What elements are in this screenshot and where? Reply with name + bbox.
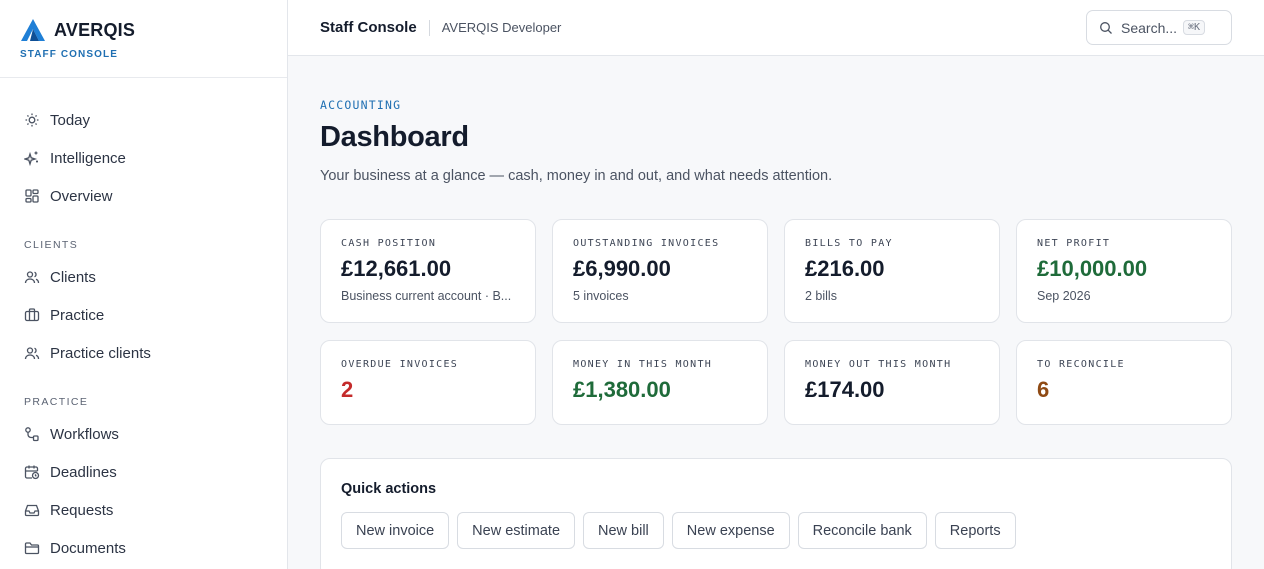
folder-icon (24, 540, 40, 556)
sidebar-item-workflows[interactable]: Workflows (0, 415, 287, 453)
kpi-card-cash-position[interactable]: CASH POSITION £12,661.00 Business curren… (320, 219, 536, 323)
calendar-clock-icon (24, 464, 40, 480)
page-subtitle: Your business at a glance — cash, money … (320, 168, 833, 184)
kpi-subtext: 2 bills (805, 289, 837, 303)
topbar-user: AVERQIS Developer (441, 20, 562, 35)
brand-name: AVERQIS (54, 19, 136, 40)
search-placeholder: Search... (1121, 19, 1178, 36)
kpi-value: £1,380.00 (573, 377, 671, 402)
kpi-card-net-profit[interactable]: NET PROFIT £10,000.00 Sep 2026 (1016, 219, 1232, 323)
sidebar-item-requests[interactable]: Requests (0, 491, 287, 529)
sidebar-item-label: Clients (50, 268, 96, 286)
brand: AVERQIS STAFF CONSOLE (0, 0, 287, 78)
quick-actions-list: New invoice New estimate New bill New ex… (341, 512, 1211, 549)
new-bill-button[interactable]: New bill (583, 512, 664, 549)
reconcile-bank-button[interactable]: Reconcile bank (797, 512, 927, 549)
sidebar-item-practice-clients[interactable]: Practice clients (0, 334, 287, 372)
kpi-value: £216.00 (805, 256, 885, 281)
kpi-subtext: Business current account · B... (341, 289, 512, 303)
page-title: Dashboard (320, 121, 469, 153)
sidebar-item-label: Practice clients (50, 344, 151, 362)
kpi-label: NET PROFIT (1037, 238, 1111, 249)
sun-icon (24, 112, 40, 128)
brand-subtitle: STAFF CONSOLE (20, 49, 119, 60)
kpi-value: 2 (341, 377, 354, 402)
main-content: ACCOUNTING Dashboard Your business at a … (320, 56, 1232, 569)
kpi-value: £6,990.00 (573, 256, 671, 281)
kpi-card-overdue-invoices[interactable]: OVERDUE INVOICES 2 (320, 340, 536, 425)
kpi-label: MONEY OUT THIS MONTH (805, 359, 952, 370)
kpi-subtext: 5 invoices (573, 289, 629, 303)
sidebar-nav: Today Intelligence Overview CLIENTS Clie… (0, 78, 287, 567)
new-expense-button[interactable]: New expense (671, 512, 790, 549)
sidebar-item-label: Overview (50, 187, 113, 205)
sidebar-item-label: Practice (50, 306, 105, 324)
search-icon (1100, 21, 1112, 34)
workflow-icon (24, 426, 40, 442)
reports-button[interactable]: Reports (934, 512, 1016, 549)
sidebar: AVERQIS STAFF CONSOLE Today Intelligence… (0, 0, 288, 569)
kpi-subtext: Sep 2026 (1037, 289, 1091, 303)
topbar-title: Staff Console (320, 19, 417, 36)
section-heading-practice: PRACTICE (24, 396, 89, 408)
search-shortcut-badge: ⌘K (1183, 20, 1206, 35)
kpi-label: MONEY IN THIS MONTH (573, 359, 713, 370)
averqis-logo-icon (21, 19, 45, 41)
kpi-card-money-out[interactable]: MONEY OUT THIS MONTH £174.00 (784, 340, 1000, 425)
sidebar-item-clients[interactable]: Clients (0, 258, 287, 296)
kpi-value: 6 (1037, 377, 1050, 402)
sidebar-item-label: Requests (50, 501, 114, 519)
grid-icon (24, 188, 40, 204)
page-eyebrow: ACCOUNTING (320, 98, 402, 112)
kpi-value: £10,000.00 (1037, 256, 1148, 281)
new-estimate-button[interactable]: New estimate (457, 512, 576, 549)
topbar: Staff Console AVERQIS Developer Search..… (288, 0, 1264, 56)
sidebar-item-label: Workflows (50, 425, 119, 443)
kpi-label: OVERDUE INVOICES (341, 359, 459, 370)
kpi-label: CASH POSITION (341, 238, 437, 249)
section-heading-clients: CLIENTS (24, 239, 79, 251)
sidebar-item-documents[interactable]: Documents (0, 529, 287, 567)
kpi-grid: CASH POSITION £12,661.00 Business curren… (320, 219, 1232, 425)
new-invoice-button[interactable]: New invoice (341, 512, 450, 549)
sidebar-item-today[interactable]: Today (0, 101, 287, 139)
users-icon (24, 269, 40, 285)
kpi-card-bills-to-pay[interactable]: BILLS TO PAY £216.00 2 bills (784, 219, 1000, 323)
sidebar-item-deadlines[interactable]: Deadlines (0, 453, 287, 491)
kpi-value: £174.00 (805, 377, 885, 402)
briefcase-icon (24, 307, 40, 323)
kpi-label: OUTSTANDING INVOICES (573, 238, 720, 249)
sidebar-item-label: Documents (50, 539, 126, 557)
users-icon (24, 345, 40, 361)
sidebar-item-label: Deadlines (50, 463, 117, 481)
kpi-card-outstanding-invoices[interactable]: OUTSTANDING INVOICES £6,990.00 5 invoice… (552, 219, 768, 323)
sidebar-item-practice[interactable]: Practice (0, 296, 287, 334)
kpi-value: £12,661.00 (341, 256, 452, 281)
sparkles-icon (24, 150, 40, 166)
quick-actions-title: Quick actions (341, 481, 437, 497)
topbar-divider (428, 19, 430, 36)
sidebar-item-label: Today (50, 111, 91, 129)
kpi-card-to-reconcile[interactable]: TO RECONCILE 6 (1016, 340, 1232, 425)
inbox-icon (24, 502, 40, 518)
sidebar-item-intelligence[interactable]: Intelligence (0, 139, 287, 177)
kpi-card-money-in[interactable]: MONEY IN THIS MONTH £1,380.00 (552, 340, 768, 425)
sidebar-item-label: Intelligence (50, 149, 126, 167)
sidebar-item-overview[interactable]: Overview (0, 177, 287, 215)
search-input[interactable]: Search... ⌘K (1086, 10, 1232, 45)
kpi-label: TO RECONCILE (1037, 359, 1125, 370)
kpi-label: BILLS TO PAY (805, 238, 893, 249)
quick-actions-panel: Quick actions New invoice New estimate N… (320, 458, 1232, 569)
